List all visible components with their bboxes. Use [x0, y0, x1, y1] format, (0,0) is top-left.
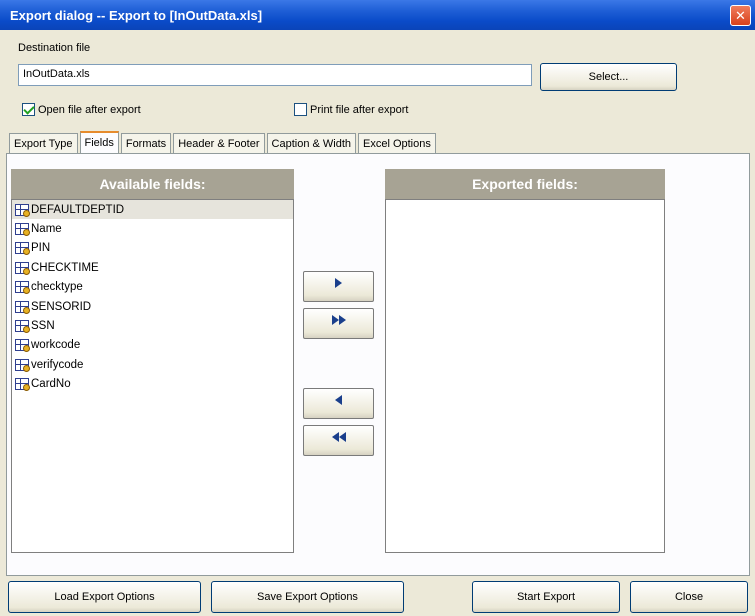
- checkbox-unchecked-icon[interactable]: [294, 103, 307, 116]
- print-after-export-label: Print file after export: [310, 103, 409, 116]
- tab-caption-width[interactable]: Caption & Width: [266, 133, 356, 153]
- close-button[interactable]: Close: [630, 581, 748, 613]
- tab-fields[interactable]: Fields: [79, 131, 119, 153]
- double-arrow-right-icon: [331, 315, 346, 325]
- remove-all-fields-button[interactable]: [303, 425, 374, 456]
- list-item[interactable]: CardNo: [12, 375, 293, 394]
- add-field-button[interactable]: [303, 271, 374, 302]
- open-after-export-label: Open file after export: [38, 103, 141, 116]
- field-name: PIN: [31, 242, 51, 255]
- window-close-icon[interactable]: ✕: [730, 5, 751, 26]
- table-field-icon: [15, 281, 30, 295]
- available-fields-list[interactable]: DEFAULTDEPTID Name PIN CHECKTIME checkty…: [11, 199, 294, 553]
- remove-field-button[interactable]: [303, 388, 374, 419]
- table-field-icon: [15, 261, 30, 275]
- field-name: CHECKTIME: [31, 261, 99, 274]
- list-item[interactable]: SSN: [12, 316, 293, 335]
- available-fields-header: Available fields:: [11, 169, 294, 199]
- list-item[interactable]: workcode: [12, 336, 293, 355]
- tab-formats[interactable]: Formats: [120, 133, 172, 153]
- table-field-icon: [15, 300, 30, 314]
- list-item[interactable]: verifycode: [12, 355, 293, 374]
- field-name: SENSORID: [31, 300, 92, 313]
- tab-header-footer[interactable]: Header & Footer: [173, 133, 265, 153]
- destination-file-input[interactable]: InOutData.xls: [18, 64, 532, 86]
- exported-fields-header: Exported fields:: [385, 169, 665, 199]
- list-item[interactable]: PIN: [12, 239, 293, 258]
- tab-strip: Export Type Fields Formats Header & Foot…: [9, 131, 438, 153]
- tab-label: Excel Options: [363, 137, 431, 150]
- list-item[interactable]: DEFAULTDEPTID: [12, 200, 293, 220]
- list-item[interactable]: Name: [12, 219, 293, 238]
- tab-label: Header & Footer: [178, 137, 260, 150]
- list-item[interactable]: SENSORID: [12, 297, 293, 316]
- checkbox-checked-icon[interactable]: [22, 103, 35, 116]
- tab-label: Fields: [84, 137, 114, 149]
- exported-fields-list[interactable]: [385, 199, 665, 553]
- field-name: checktype: [31, 281, 83, 294]
- load-export-options-button[interactable]: Load Export Options: [8, 581, 201, 613]
- table-field-icon: [15, 203, 30, 217]
- tab-excel-options[interactable]: Excel Options: [358, 133, 436, 153]
- title-bar[interactable]: Export dialog -- Export to [InOutData.xl…: [0, 0, 755, 30]
- list-item[interactable]: CHECKTIME: [12, 258, 293, 277]
- window-title: Export dialog -- Export to [InOutData.xl…: [10, 7, 263, 23]
- table-field-icon: [15, 242, 30, 256]
- save-export-options-button[interactable]: Save Export Options: [211, 581, 404, 613]
- tab-label: Formats: [125, 137, 167, 150]
- add-all-fields-button[interactable]: [303, 308, 374, 339]
- table-field-icon: [15, 320, 30, 334]
- field-name: Name: [31, 223, 62, 236]
- destination-label: Destination file: [18, 42, 91, 54]
- table-field-icon: [15, 223, 30, 237]
- tab-export-type[interactable]: Export Type: [9, 133, 78, 153]
- arrow-left-icon: [335, 395, 342, 405]
- list-item[interactable]: checktype: [12, 278, 293, 297]
- double-arrow-left-icon: [331, 432, 346, 442]
- field-name: verifycode: [31, 358, 84, 371]
- table-field-icon: [15, 378, 30, 392]
- select-file-button[interactable]: Select...: [540, 63, 677, 91]
- table-field-icon: [15, 339, 30, 353]
- field-name: workcode: [31, 339, 81, 352]
- field-name: CardNo: [31, 378, 71, 391]
- tab-label: Export Type: [14, 137, 73, 150]
- field-name: SSN: [31, 320, 55, 333]
- table-field-icon: [15, 358, 30, 372]
- open-after-export-checkbox[interactable]: Open file after export: [22, 103, 141, 116]
- arrow-right-icon: [335, 278, 342, 288]
- tab-label: Caption & Width: [271, 137, 351, 150]
- print-after-export-checkbox[interactable]: Print file after export: [294, 103, 408, 116]
- start-export-button[interactable]: Start Export: [472, 581, 620, 613]
- field-name: DEFAULTDEPTID: [31, 203, 125, 216]
